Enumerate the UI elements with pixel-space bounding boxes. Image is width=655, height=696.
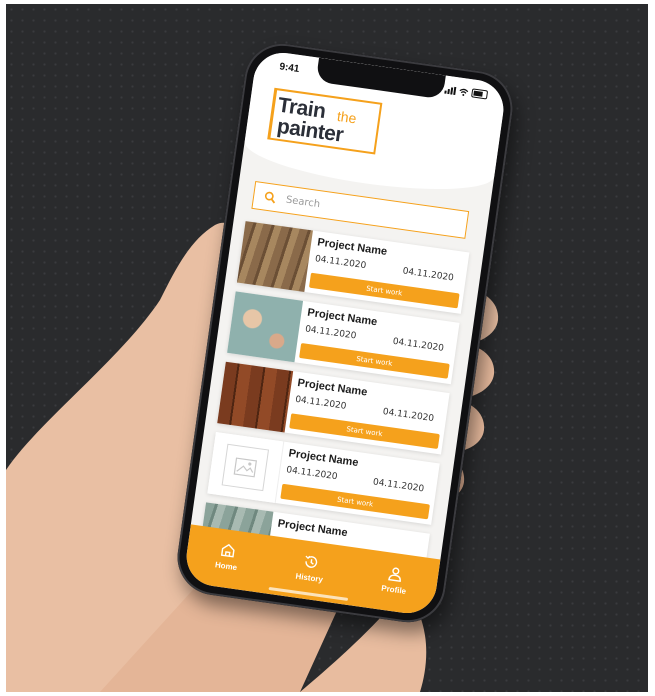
wifi-icon bbox=[459, 88, 469, 96]
project-thumbnail bbox=[236, 221, 313, 292]
search-icon bbox=[264, 191, 276, 204]
project-date-end: 04.11.2020 bbox=[372, 477, 425, 495]
project-thumbnail bbox=[227, 291, 304, 363]
image-placeholder-icon bbox=[233, 457, 258, 478]
project-thumbnail bbox=[207, 432, 285, 504]
project-date-start: 04.11.2020 bbox=[304, 324, 357, 342]
signal-icon bbox=[444, 85, 457, 95]
search-input[interactable] bbox=[283, 192, 438, 228]
project-date-start: 04.11.2020 bbox=[285, 465, 339, 483]
battery-icon bbox=[471, 88, 489, 100]
tab-history[interactable]: History bbox=[295, 551, 326, 584]
tab-home[interactable]: Home bbox=[214, 540, 240, 572]
project-thumbnail bbox=[217, 361, 294, 433]
profile-icon bbox=[388, 567, 402, 582]
project-date-start: 04.11.2020 bbox=[314, 254, 367, 272]
project-date-end: 04.11.2020 bbox=[392, 336, 445, 354]
tab-history-label: History bbox=[295, 571, 324, 584]
app-logo: Train the painter bbox=[267, 87, 383, 155]
tab-home-label: Home bbox=[214, 559, 238, 572]
project-date-start: 04.11.2020 bbox=[294, 394, 347, 412]
project-date-end: 04.11.2020 bbox=[401, 266, 455, 284]
history-icon bbox=[305, 555, 318, 568]
home-icon bbox=[221, 543, 235, 558]
status-icons bbox=[444, 85, 489, 100]
tab-profile-label: Profile bbox=[380, 583, 407, 596]
project-date-end: 04.11.2020 bbox=[382, 407, 435, 425]
tab-profile[interactable]: Profile bbox=[381, 563, 410, 595]
status-time: 9:41 bbox=[278, 61, 300, 76]
